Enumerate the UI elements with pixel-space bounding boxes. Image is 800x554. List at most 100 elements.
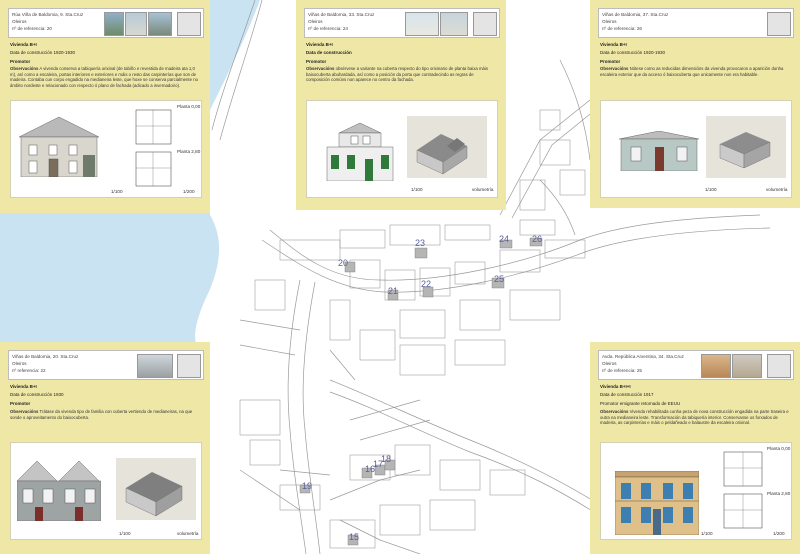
observations-label: Observacións: [306, 66, 335, 71]
building-card-24: Viñas de Baldomia, 33. Sta.Cruz Oleiros …: [296, 0, 506, 210]
drawing-sheet: 1/100 volumetría: [10, 442, 202, 540]
scale-label: 1/100: [119, 531, 131, 536]
observations-text: obsérvese a variante na cuberta respecto…: [306, 66, 489, 83]
promoter: Promotor: [306, 59, 327, 64]
photo-thumbnail: [125, 12, 147, 36]
scale-label: 1/100: [701, 531, 713, 536]
volume-drawing: [407, 116, 487, 178]
drawing-sheet: 1/100 volumetría: [600, 100, 792, 198]
observations-text: Nótese como as reducidas dimensións da v…: [600, 66, 784, 77]
observations-text: Trátase da vivenda tipo de familia con c…: [10, 409, 193, 420]
map-number-23: 23: [415, 238, 426, 248]
observations-label: Observacións: [10, 66, 39, 71]
map-number-15: 15: [349, 532, 360, 542]
volume-drawing: [706, 116, 786, 178]
map-number-20: 20: [338, 258, 349, 268]
card-header: Avda. República Arxentina, 34. Sta.Cruz …: [598, 350, 794, 380]
building-card-22: Viñas de Baldomia, 20. Sta.Cruz Oleiros …: [0, 342, 210, 554]
card-title: Viñas de Baldomia, 33. Sta.Cruz: [308, 12, 375, 17]
scale-label: volumetría: [177, 531, 199, 536]
map-number-21: 21: [388, 286, 399, 296]
promoter: Promotor: [10, 59, 31, 64]
building-card-20: Rúa Viña de Baldomia, 9. Sta.Cruz Oleiro…: [0, 0, 210, 213]
photo-thumbnail: [701, 354, 731, 378]
scale-label: volumetría: [766, 187, 788, 192]
map-number-22: 22: [421, 279, 432, 289]
map-number-26: 26: [532, 234, 543, 244]
dwelling-type: Vivienda B+I: [10, 42, 37, 47]
construction-date: Data de construcción 1920-1930: [600, 50, 666, 55]
card-header: Viñas de Baldomia, 20. Sta.Cruz Oleiros …: [8, 350, 204, 380]
card-header: Viñas de Baldomia, 37. Sta.Cruz Oleiros …: [598, 8, 794, 38]
photo-thumbnail: [440, 12, 468, 36]
plan-label-upper: Planta 2,80: [767, 491, 791, 496]
card-title: Avda. República Arxentina, 34. Sta.Cruz: [602, 354, 684, 359]
card-reference: nº de referencia: 24: [308, 26, 348, 31]
dwelling-type: Vivienda B+I: [306, 42, 333, 47]
observations-text: A vivenda conserva a tabiquería orixinal…: [10, 66, 198, 88]
building-card-26: Viñas de Baldomia, 37. Sta.Cruz Oleiros …: [590, 0, 800, 208]
card-place: Oleiros: [12, 19, 27, 24]
card-reference: nº de referencia: 25: [602, 368, 642, 373]
drawing-sheet: Planta 0,00 Planta 2,80 1/100 1/200: [600, 442, 792, 540]
volume-thumbnail: [473, 12, 497, 36]
facade-drawing: [19, 116, 99, 177]
construction-date: Data de construcción 1917: [600, 392, 654, 397]
photo-thumbnail: [148, 12, 172, 36]
observations-label: Observacións: [600, 66, 629, 71]
card-reference: nº de referencia: 20: [12, 26, 52, 31]
volume-thumbnail: [767, 12, 791, 36]
map-number-25: 25: [494, 274, 505, 284]
building-card-25: Avda. República Arxentina, 34. Sta.Cruz …: [590, 342, 800, 554]
scale-label: 1/200: [183, 189, 195, 194]
floor-plan-drawing: [135, 109, 172, 187]
card-place: Oleiros: [602, 19, 617, 24]
volume-thumbnail: [177, 354, 201, 378]
observations-text: Vivenda rehabilitada cunha peza de nova …: [600, 409, 789, 426]
card-place: Oleiros: [12, 361, 27, 366]
drawing-sheet: 1/100 volumetría: [306, 100, 498, 198]
facade-drawing: [619, 131, 699, 171]
card-place: Oleiros: [308, 19, 323, 24]
photo-thumbnail: [104, 12, 124, 36]
card-place: Oleiros: [602, 361, 617, 366]
map-number-18: 18: [381, 454, 392, 464]
scale-label: 1/100: [411, 187, 423, 192]
plan-label-ground: Planta 0,00: [177, 104, 201, 109]
dwelling-type: Vivienda B+I: [10, 384, 37, 389]
card-reference: nº de referencia: 26: [602, 26, 642, 31]
card-title: Rúa Viña de Baldomia, 9. Sta.Cruz: [12, 12, 84, 17]
scale-label: 1/100: [705, 187, 717, 192]
card-title: Viñas de Baldomia, 20. Sta.Cruz: [12, 354, 79, 359]
promoter: Promotor emigrante retornado de EEUU: [600, 401, 681, 406]
card-header: Rúa Viña de Baldomia, 9. Sta.Cruz Oleiro…: [8, 8, 204, 38]
map-number-19: 19: [302, 481, 313, 491]
photo-thumbnail: [405, 12, 439, 36]
facade-drawing: [17, 460, 101, 521]
plan-label-ground: Planta 0,00: [767, 446, 791, 451]
observations: Observacións Vivenda rehabilitada cunha …: [600, 409, 792, 426]
floor-plan-drawing: [723, 451, 763, 529]
card-header: Viñas de Baldomia, 33. Sta.Cruz Oleiros …: [304, 8, 500, 38]
dwelling-type: Vivienda B+I+I: [600, 384, 631, 389]
dwelling-type: Vivienda B+I: [600, 42, 627, 47]
promoter: Promotor: [600, 59, 621, 64]
observations-label: Observacións: [600, 409, 629, 414]
card-title: Viñas de Baldomia, 37. Sta.Cruz: [602, 12, 669, 17]
facade-drawing: [615, 471, 699, 535]
map-number-24: 24: [499, 234, 510, 244]
scale-label: 1/200: [773, 531, 785, 536]
observations-label: Observacións: [10, 409, 39, 414]
scale-label: volumetría: [472, 187, 494, 192]
drawing-sheet: Planta 0,00 Planta 2,80 1/100 1/200: [10, 100, 202, 198]
photo-thumbnail: [732, 354, 762, 378]
construction-date: Data de construcción: [306, 50, 352, 55]
construction-date: Data de construcción 1930: [10, 392, 64, 397]
observations: Observacións obsérvese a variante na cub…: [306, 66, 498, 83]
volume-thumbnail: [767, 354, 791, 378]
plan-label-upper: Planta 2,80: [177, 149, 201, 154]
card-reference: nº referencia: 22: [12, 368, 46, 373]
photo-thumbnail: [137, 354, 173, 378]
observations: Observacións Trátase da vivenda tipo de …: [10, 409, 202, 420]
observations: Observacións A vivenda conserva a tabiqu…: [10, 66, 202, 88]
